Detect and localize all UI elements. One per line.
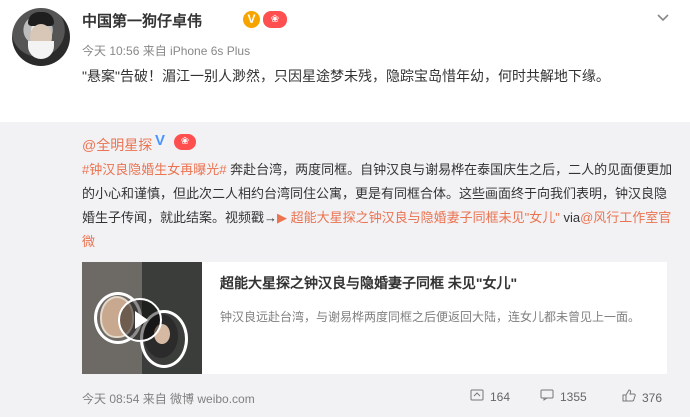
- post-meta: 今天 10:56 来自 iPhone 6s Plus: [82, 44, 251, 58]
- repost-author[interactable]: @全明星探: [82, 135, 152, 155]
- video-link-icon[interactable]: ▶: [277, 210, 291, 225]
- post-text: "悬案"告破！湄江一别人渺然，只因星途梦未残，隐踪宝岛惜年幼，何时共解地下缘。: [82, 68, 610, 84]
- verified-badge-icon: V: [154, 132, 165, 149]
- video-card-title[interactable]: 超能大星探之钟汉良与隐婚妻子同框 未见"女儿": [220, 273, 517, 293]
- author-avatar[interactable]: [12, 8, 70, 66]
- video-thumbnail[interactable]: [82, 262, 202, 374]
- like-button[interactable]: 376: [622, 389, 662, 405]
- verified-badge-icon: V: [243, 11, 260, 28]
- hashtag-link[interactable]: #钟汉良隐婚生女再曝光#: [82, 162, 226, 177]
- comment-icon: [540, 389, 554, 404]
- comment-button[interactable]: 1355: [540, 389, 587, 404]
- repost-text: #钟汉良隐婚生女再曝光# 奔赴台湾，两度同框。自钟汉良与谢易桦在泰国庆生之后，二…: [82, 158, 677, 254]
- via-text: via: [559, 210, 581, 225]
- play-icon[interactable]: [118, 298, 162, 342]
- vip-badge-icon: ❀: [263, 11, 287, 28]
- share-icon: [470, 389, 484, 404]
- video-card-description: 钟汉良远赴台湾，与谢易桦两度同框之后便返回大陆，连女儿都未曾见上一面。: [220, 310, 641, 324]
- like-count: 376: [642, 391, 663, 405]
- thumbs-up-icon: [622, 389, 636, 405]
- chevron-down-icon[interactable]: [656, 10, 670, 24]
- vip-badge-icon: ❀: [174, 134, 196, 150]
- repost-meta: 今天 08:54 来自 微博 weibo.com: [82, 392, 255, 406]
- comment-count: 1355: [560, 390, 587, 404]
- author-name[interactable]: 中国第一狗仔卓伟: [82, 10, 202, 31]
- video-link[interactable]: 超能大星探之钟汉良与隐婚妻子同框未见"女儿": [291, 210, 560, 225]
- repost-button[interactable]: 164: [470, 389, 510, 404]
- repost-count: 164: [490, 390, 511, 404]
